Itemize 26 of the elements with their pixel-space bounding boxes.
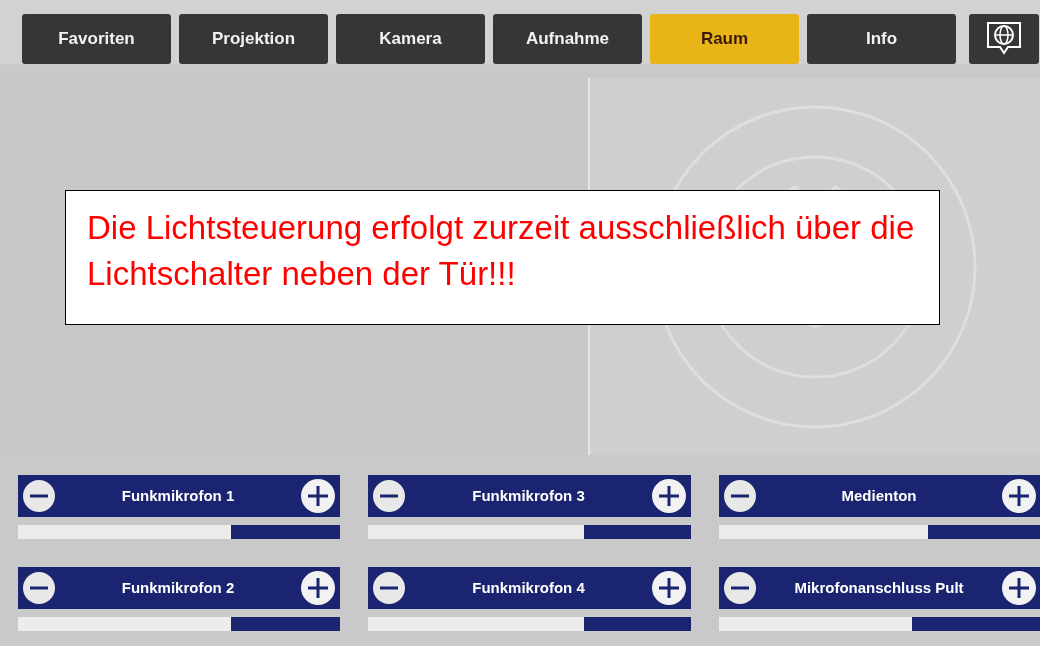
minus-icon[interactable]: [372, 571, 406, 605]
minus-icon[interactable]: [723, 479, 757, 513]
plus-icon[interactable]: [1001, 478, 1037, 514]
channel-name: Medienton: [840, 485, 918, 506]
channel-name: Mikrofonanschluss Pult: [793, 577, 965, 598]
plus-icon[interactable]: [651, 478, 687, 514]
channel-name: Funkmikrofon 2: [120, 577, 236, 598]
language-button[interactable]: [969, 14, 1039, 64]
plus-icon[interactable]: [300, 570, 336, 606]
tab[interactable]: Info: [807, 14, 956, 64]
tab[interactable]: Aufnahme: [493, 14, 642, 64]
minus-icon[interactable]: [22, 479, 56, 513]
tab[interactable]: Projektion: [179, 14, 328, 64]
plus-icon[interactable]: [300, 478, 336, 514]
notice-text: Die Lichtsteuerung erfolgt zurzeit ausschließlich über die Lichtschalter neben der Tür!!!: [87, 208, 916, 294]
tab[interactable]: Raum: [650, 14, 799, 64]
channel-name: Funkmikrofon 4: [471, 577, 586, 598]
plus-icon[interactable]: [1001, 570, 1037, 606]
tab[interactable]: Kamera: [336, 14, 485, 64]
channel-name: Funkmikrofon 3: [471, 485, 586, 506]
channel-name: Funkmikrofon 1: [120, 485, 236, 506]
tab[interactable]: Favoriten: [22, 14, 171, 64]
plus-icon[interactable]: [651, 570, 687, 606]
minus-icon[interactable]: [22, 571, 56, 605]
minus-icon[interactable]: [723, 571, 757, 605]
minus-icon[interactable]: [372, 479, 406, 513]
